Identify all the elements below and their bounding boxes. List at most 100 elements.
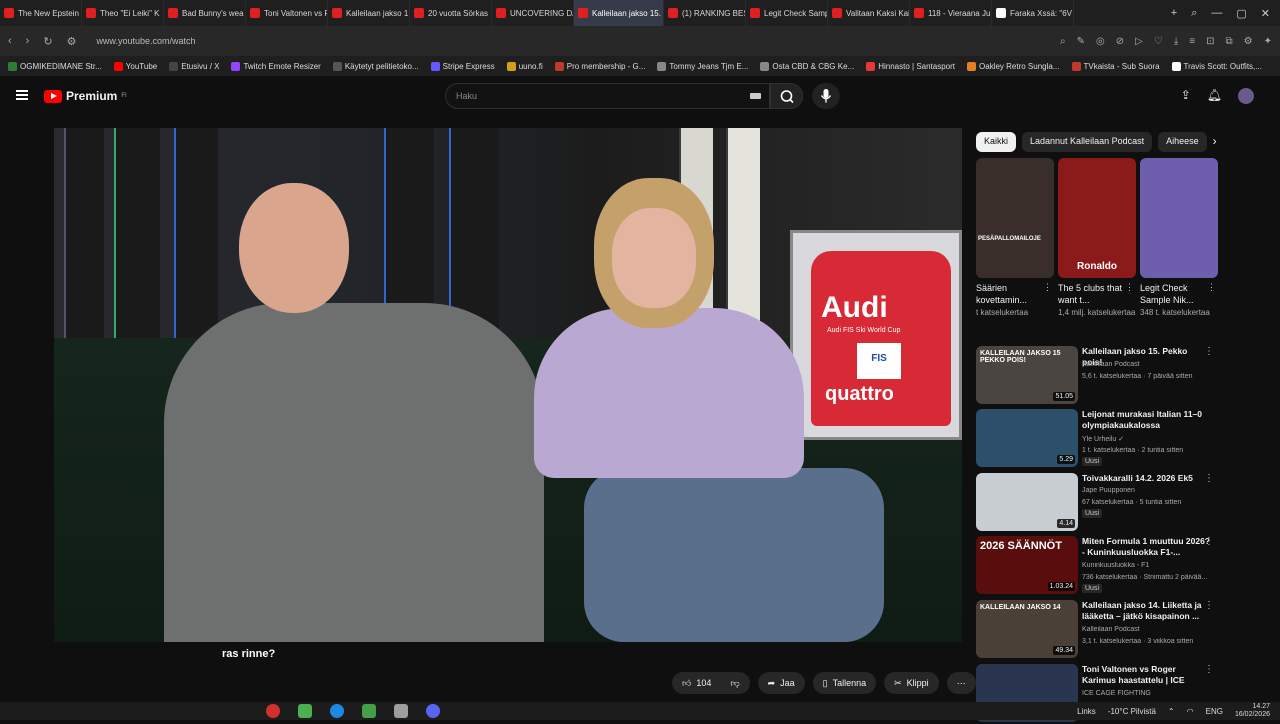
video-thumbnail[interactable]: KALLEILAAN JAKSO 14 49.34: [976, 600, 1078, 658]
close-icon[interactable]: ✕: [1261, 7, 1270, 20]
recommendation-item[interactable]: 5.29 Leijonat murakasi Italian 11–0 olym…: [976, 409, 1226, 469]
more-vert-icon[interactable]: ⋮: [1125, 282, 1134, 293]
short-item[interactable]: The 5 clubs that want t... 1,4 milj. kats…: [1058, 282, 1136, 317]
browser-tab[interactable]: (1) RANKING BES: [664, 0, 746, 26]
url-field[interactable]: www.youtube.com/watch: [96, 36, 195, 46]
share-button[interactable]: ➦ Jaa: [757, 672, 805, 694]
browser-tab[interactable]: Theo "Ei Leiki" K: [82, 0, 164, 26]
browser-tab[interactable]: 118 - Vieraana Ju: [910, 0, 992, 26]
more-vert-icon[interactable]: ⋮: [1204, 473, 1214, 484]
bookmark[interactable]: YouTube: [113, 61, 157, 71]
like-button[interactable]: 👍︎ 104 👎︎: [672, 672, 750, 694]
video-thumbnail[interactable]: 5.29: [976, 409, 1078, 467]
bookmark[interactable]: Käytetyt pelitietoko...: [332, 61, 419, 71]
opera-icon[interactable]: [266, 704, 280, 718]
back-icon[interactable]: ‹: [8, 35, 12, 47]
edge-icon[interactable]: [330, 704, 344, 718]
recommendation-item[interactable]: KALLEILAAN JAKSO 15 PEKKO POIS! 51.05 Kal…: [976, 346, 1226, 406]
app-icon[interactable]: [394, 704, 408, 718]
save-button[interactable]: ▯ Tallenna: [812, 672, 877, 694]
bookmark[interactable]: TVkaista - Sub Suora: [1071, 61, 1160, 71]
weather-widget[interactable]: -10°C Pilvistä: [1108, 707, 1156, 716]
reload-icon[interactable]: ↻: [43, 35, 52, 48]
search-input[interactable]: Haku: [445, 83, 770, 109]
bookmark[interactable]: Oakley Retro Sungla...: [967, 61, 1060, 71]
new-tab-icon[interactable]: +: [1171, 7, 1177, 20]
play-icon[interactable]: ▷: [1135, 36, 1143, 47]
browser-tab[interactable]: The New Epstein: [0, 0, 82, 26]
menu-icon[interactable]: [16, 90, 28, 100]
chip-all[interactable]: Kaikki: [976, 132, 1017, 152]
bookmark[interactable]: Osta CBD & CBG Ke...: [760, 61, 854, 71]
short-thumbnail[interactable]: Ronaldo: [1058, 158, 1136, 278]
chevron-right-icon[interactable]: ›: [1213, 132, 1217, 152]
video-thumbnail[interactable]: 2026 SÄÄNNÖT 1.03.24: [976, 536, 1078, 594]
browser-tab[interactable]: Bad Bunny's wea: [164, 0, 246, 26]
browser-tab[interactable]: UNCOVERING DA: [492, 0, 574, 26]
short-thumbnail[interactable]: PESÄPALLOMAILOJE: [976, 158, 1054, 278]
keyboard-icon[interactable]: [750, 93, 761, 99]
minimize-icon[interactable]: —: [1211, 7, 1222, 20]
extension-icon[interactable]: ⧉: [1226, 36, 1233, 47]
search-button[interactable]: [770, 83, 803, 109]
clip-button[interactable]: ✂ Klippi: [884, 672, 939, 694]
bookmark[interactable]: uuno.fi: [506, 61, 543, 71]
upload-icon[interactable]: ⇪: [1181, 88, 1191, 104]
bookmark[interactable]: OGMIKEDIMANE Str...: [8, 61, 102, 71]
video-thumbnail[interactable]: 4.14: [976, 473, 1078, 531]
ai-icon[interactable]: ✦: [1264, 36, 1272, 47]
browser-tab[interactable]: 20 vuotta Sörkas: [410, 0, 492, 26]
bookmark[interactable]: Travis Scott: Outfits,...: [1171, 61, 1262, 71]
bookmark[interactable]: Pro membership - G...: [554, 61, 645, 71]
chip-related[interactable]: Aiheese: [1158, 132, 1207, 152]
maximize-icon[interactable]: ▢: [1236, 7, 1246, 20]
more-actions-button[interactable]: ⋯: [946, 672, 976, 694]
clock[interactable]: 14.27 16/02/2026: [1235, 703, 1270, 719]
menu-lines-icon[interactable]: ≡: [1189, 36, 1195, 47]
bookmark[interactable]: Etusivu / X: [169, 61, 219, 71]
wifi-icon[interactable]: ◠: [1187, 707, 1194, 716]
more-vert-icon[interactable]: ⋮: [1207, 282, 1216, 293]
video-thumbnail[interactable]: KALLEILAAN JAKSO 15 PEKKO POIS! 51.05: [976, 346, 1078, 404]
edit-icon[interactable]: ✎: [1077, 36, 1085, 47]
browser-tab[interactable]: Faraka Xssä: "6V: [992, 0, 1074, 26]
links-toolbar[interactable]: Links: [1077, 707, 1096, 716]
chevron-up-icon[interactable]: ⌃: [1168, 707, 1175, 716]
language-indicator[interactable]: ENG: [1206, 707, 1223, 716]
voice-search-button[interactable]: [812, 83, 840, 109]
search-tabs-icon[interactable]: ⌕: [1191, 7, 1197, 20]
recommendation-item[interactable]: KALLEILAAN JAKSO 14 49.34 Kalleilaan jaks…: [976, 600, 1226, 660]
recommendation-item[interactable]: 2026 SÄÄNNÖT 1.03.24 Miten Formula 1 muut…: [976, 536, 1226, 596]
browser-tab[interactable]: Valitaan Kaksi Kai: [828, 0, 910, 26]
forward-icon[interactable]: ›: [26, 35, 30, 47]
more-vert-icon[interactable]: ⋮: [1043, 282, 1052, 293]
camera-icon[interactable]: ◎: [1096, 36, 1105, 47]
heart-icon[interactable]: ♡: [1154, 36, 1163, 47]
app-icon[interactable]: [298, 704, 312, 718]
avatar[interactable]: [1238, 88, 1254, 104]
short-item[interactable]: Säärien kovettamin... t katselukertaa ⋮: [976, 282, 1054, 317]
more-vert-icon[interactable]: ⋮: [1204, 600, 1214, 611]
bookmark[interactable]: Hinnasto | Santasport: [866, 61, 955, 71]
browser-tab[interactable]: Kalleilaan jakso 1: [328, 0, 410, 26]
browser-tab-active[interactable]: Kalleilaan jakso 15. S: [574, 0, 664, 26]
more-vert-icon[interactable]: ⋮: [1204, 664, 1214, 675]
wallet-icon[interactable]: ⊡: [1206, 36, 1214, 47]
video-player[interactable]: Audi Audi FIS Ski World Cup FIS quattro: [54, 128, 962, 642]
site-info-icon[interactable]: ⚙: [67, 35, 77, 48]
chip-uploader[interactable]: Ladannut Kalleilaan Podcast: [1022, 132, 1153, 152]
youtube-logo[interactable]: Premium FI: [44, 89, 127, 103]
recommendation-item[interactable]: 4.14 Toivakkaralli 14.2. 2026 Ek5 Jape P…: [976, 473, 1226, 533]
short-item[interactable]: Legit Check Sample Nik... 348 t. katseluk…: [1140, 282, 1218, 317]
more-vert-icon[interactable]: ⋮: [1204, 536, 1214, 547]
more-vert-icon[interactable]: ⋮: [1204, 346, 1214, 357]
download-icon[interactable]: ⤓: [1174, 36, 1178, 47]
adblock-icon[interactable]: ⊘: [1116, 36, 1124, 47]
settings-icon[interactable]: ⚙: [1244, 36, 1253, 47]
bell-icon[interactable]: 🔔︎: [1207, 88, 1222, 104]
thumbs-down-icon[interactable]: 👎︎: [730, 678, 739, 689]
bookmark[interactable]: Tommy Jeans Tjm E...: [657, 61, 748, 71]
app-icon[interactable]: [362, 704, 376, 718]
bookmark[interactable]: Stripe Express: [430, 61, 495, 71]
discord-icon[interactable]: [426, 704, 440, 718]
